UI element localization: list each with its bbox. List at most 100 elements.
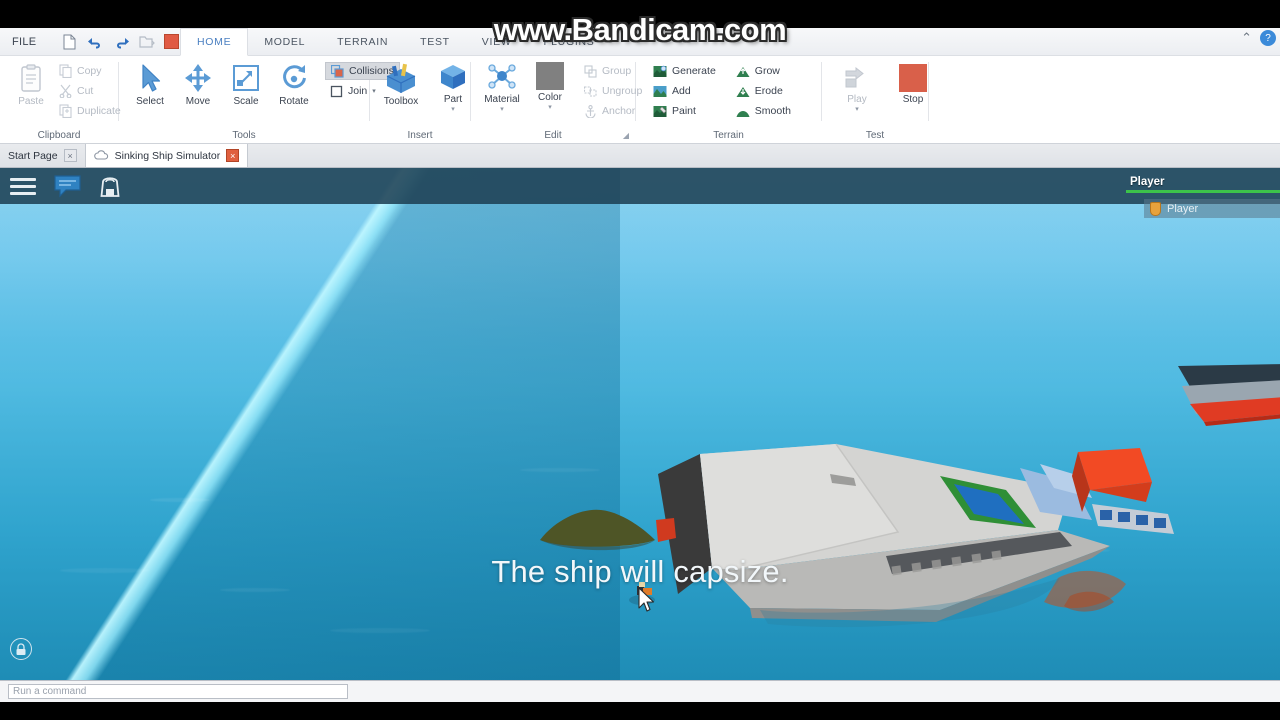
bottom-letterbox — [0, 702, 1280, 720]
scale-icon — [233, 65, 259, 91]
terrain-add-button[interactable]: Add — [648, 82, 721, 100]
color-icon — [536, 62, 564, 90]
chevron-up-icon[interactable]: ⌃ — [1241, 30, 1252, 46]
terrain-erode-label: Erode — [754, 85, 783, 97]
ribbon-group-tools: Select Move Scale Rotate Collisions Join… — [119, 56, 400, 144]
doctab-label: Start Page — [8, 149, 58, 162]
open-icon[interactable] — [138, 33, 156, 51]
window-controls: ⌃ ? — [1241, 30, 1276, 46]
backpack-icon[interactable] — [99, 174, 121, 199]
leaderboard-player-name: Player — [1167, 202, 1199, 215]
duplicate-button[interactable]: Duplicate — [54, 102, 126, 120]
terrain-grow-label: Grow — [754, 65, 780, 77]
terrain-col-1: Generate Add Paint — [648, 60, 721, 120]
undo-icon[interactable] — [86, 33, 104, 51]
color-button[interactable]: Color ▾ — [527, 60, 573, 111]
leaderboard-row[interactable]: Player — [1144, 199, 1280, 218]
tab-model[interactable]: MODEL — [248, 28, 321, 56]
move-tool-button[interactable]: Move — [175, 60, 221, 107]
select-tool-button[interactable]: Select — [127, 60, 173, 107]
terrain-col-2: Grow Erode Smooth — [731, 60, 796, 120]
mouse-cursor — [638, 587, 655, 612]
terrain-paint-label: Paint — [672, 105, 696, 117]
rotate-tool-button[interactable]: Rotate — [271, 60, 317, 107]
ungroup-icon — [584, 85, 597, 97]
file-menu-button[interactable]: FILE — [0, 28, 50, 56]
duplicate-label: Duplicate — [77, 105, 121, 117]
chevron-down-icon[interactable]: ▾ — [500, 106, 504, 113]
water-ripple — [150, 498, 210, 502]
close-icon[interactable]: × — [63, 149, 77, 162]
toolbox-button[interactable]: Toolbox — [378, 60, 424, 107]
move-label: Move — [185, 96, 211, 107]
chevron-down-icon[interactable]: ▾ — [855, 106, 859, 113]
cloud-icon — [93, 150, 108, 160]
chevron-down-icon[interactable]: ▾ — [451, 106, 455, 113]
new-file-icon[interactable] — [60, 33, 78, 51]
group-label: Group — [602, 65, 632, 77]
terrain-generate-label: Generate — [672, 65, 716, 77]
cut-button[interactable]: Cut — [54, 82, 126, 100]
stop-button[interactable]: Stop — [890, 60, 936, 105]
rotate-icon — [283, 65, 306, 89]
run-command-input[interactable]: Run a command — [8, 684, 348, 699]
edit-group-label: Edit ◢ — [471, 126, 635, 144]
stop-icon — [899, 64, 927, 92]
play-button[interactable]: Play ▾ — [834, 60, 880, 113]
dialog-launcher-icon[interactable]: ◢ — [623, 131, 629, 140]
terrain-erode-icon — [736, 86, 750, 97]
lock-icon[interactable] — [10, 638, 32, 660]
tab-terrain[interactable]: TERRAIN — [321, 28, 404, 56]
doctab-start-page[interactable]: Start Page × — [0, 144, 86, 167]
terrain-smooth-button[interactable]: Smooth — [731, 102, 796, 120]
help-icon[interactable]: ? — [1260, 30, 1276, 46]
terrain-grow-button[interactable]: Grow — [731, 62, 796, 80]
play-icon — [845, 66, 864, 88]
quick-access-icons: ▾ — [50, 33, 194, 51]
edit-group-label-text: Edit — [544, 129, 562, 141]
doctab-label: Sinking Ship Simulator — [114, 149, 221, 162]
redo-icon[interactable] — [112, 33, 130, 51]
leaderboard: Player Player — [1118, 176, 1280, 218]
ribbon-group-test: Play ▾ Stop Test — [822, 56, 928, 144]
anchor-icon — [585, 104, 596, 118]
water-shore-edge — [0, 168, 620, 680]
game-viewport[interactable]: Player Player The ship will capsize. — [0, 168, 1280, 680]
leaderboard-title: Player — [1130, 176, 1165, 188]
material-button[interactable]: Material ▾ — [479, 60, 525, 113]
toolbox-label: Toolbox — [383, 96, 419, 107]
scale-tool-button[interactable]: Scale — [223, 60, 269, 107]
material-icon — [488, 64, 516, 89]
ribbon-group-insert: Toolbox Part ▾ Insert — [370, 56, 470, 144]
cut-icon — [59, 84, 72, 98]
water-ripple — [520, 468, 600, 472]
color-swatch-icon[interactable] — [164, 34, 180, 49]
badge-icon — [1150, 201, 1161, 216]
anchor-label: Anchor — [602, 105, 636, 117]
terrain-generate-icon — [653, 65, 667, 77]
part-button[interactable]: Part ▾ — [430, 60, 476, 113]
doctab-sinking-ship-simulator[interactable]: Sinking Ship Simulator × — [85, 144, 249, 167]
copy-button[interactable]: Copy — [54, 62, 126, 80]
command-bar: Run a command — [0, 680, 1280, 702]
play-label: Play — [847, 94, 867, 105]
menu-hamburger-icon[interactable] — [10, 177, 36, 195]
ribbon-group-clipboard: Paste Copy Cut Duplicate Clipboard — [0, 56, 121, 144]
terrain-paint-button[interactable]: Paint — [648, 102, 721, 120]
terrain-paint-icon — [653, 105, 667, 117]
material-label: Material — [484, 94, 520, 105]
clipboard-small-buttons: Copy Cut Duplicate — [54, 60, 126, 120]
terrain-add-icon — [653, 85, 667, 97]
chat-icon[interactable] — [54, 174, 81, 198]
tab-test[interactable]: TEST — [404, 28, 466, 56]
terrain-generate-button[interactable]: Generate — [648, 62, 721, 80]
stop-label: Stop — [902, 94, 924, 105]
ribbon-group-edit: Material ▾ Color ▾ Group Ungroup Anchor … — [471, 56, 642, 144]
terrain-erode-button[interactable]: Erode — [731, 82, 796, 100]
chevron-down-icon[interactable]: ▾ — [548, 104, 552, 111]
rotate-label: Rotate — [279, 96, 309, 107]
tab-home[interactable]: HOME — [180, 28, 249, 56]
close-icon[interactable]: × — [226, 149, 240, 162]
paste-button[interactable]: Paste — [8, 60, 54, 107]
cut-label: Cut — [77, 85, 94, 97]
